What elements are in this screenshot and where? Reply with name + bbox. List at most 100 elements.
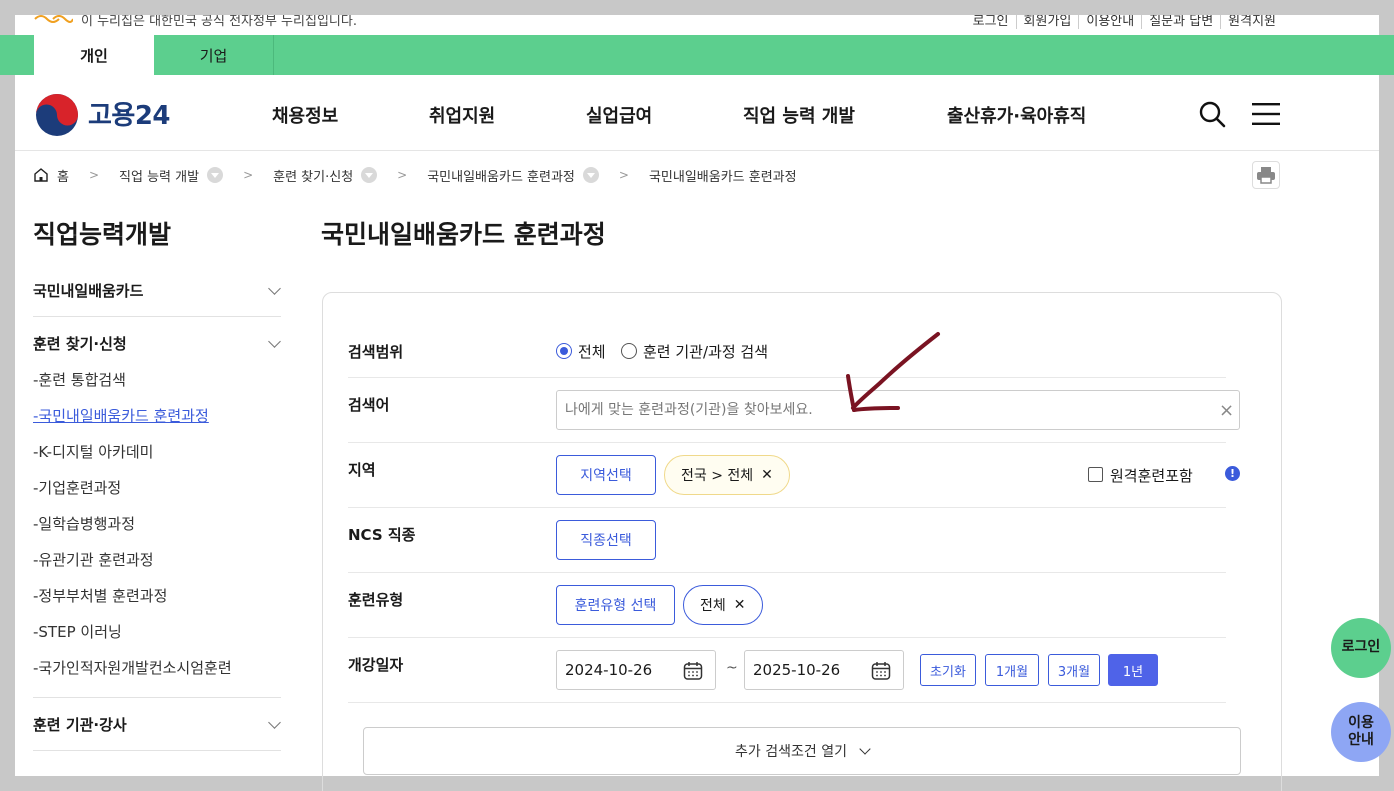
breadcrumb-item-training[interactable]: 직업 능력 개발 — [119, 166, 224, 185]
sidebar-group-find[interactable]: 훈련 찾기·신청 — [33, 333, 281, 354]
clear-icon[interactable]: × — [1219, 400, 1234, 421]
remote-training-checkbox[interactable] — [1088, 467, 1103, 482]
scope-all-label[interactable]: 전체 — [578, 341, 606, 362]
sidebar-group-label: 훈련 기관·강사 — [33, 716, 127, 734]
floating-guide-button[interactable]: 이용 안내 — [1331, 702, 1391, 762]
breadcrumb-label: 직업 능력 개발 — [119, 169, 200, 185]
floating-guide-line2: 안내 — [1348, 732, 1374, 748]
sidebar-item-integrated-search[interactable]: -훈련 통합검색 — [33, 369, 126, 390]
date-range-separator: ~ — [726, 660, 738, 676]
end-date-field[interactable]: 2025-10-26 — [744, 650, 904, 690]
gnb-employment-support[interactable]: 취업지원 — [429, 102, 495, 128]
gnb-unemployment-benefit[interactable]: 실업급여 — [586, 102, 652, 128]
sidebar-item-step[interactable]: -STEP 이러닝 — [33, 621, 122, 642]
breadcrumb-separator-icon: > — [88, 168, 100, 182]
sidebar-item-consortium[interactable]: -국가인적자원개발컨소시엄훈련 — [33, 657, 232, 678]
dropdown-icon[interactable] — [207, 167, 224, 183]
breadcrumb-item-card[interactable]: 국민내일배움카드 훈련과정 — [427, 166, 599, 185]
period-1-year-button[interactable]: 1년 — [1108, 654, 1158, 686]
start-date-value: 2024-10-26 — [565, 661, 653, 679]
home-icon — [34, 168, 48, 182]
region-chip: 전국 > 전체 ✕ — [664, 455, 790, 495]
scope-institution-label[interactable]: 훈련 기관/과정 검색 — [643, 341, 768, 362]
sidebar-title: 직업능력개발 — [33, 220, 172, 249]
print-button[interactable] — [1252, 161, 1280, 189]
region-select-button[interactable]: 지역선택 — [556, 455, 656, 495]
ncs-select-button[interactable]: 직종선택 — [556, 520, 656, 560]
region-label: 지역 — [348, 461, 376, 479]
sidebar-item-k-digital[interactable]: -K-디지털 아카데미 — [33, 441, 153, 462]
breadcrumb-separator-icon: > — [243, 168, 254, 182]
printer-icon — [1257, 167, 1275, 184]
scope-all-radio[interactable] — [556, 343, 572, 359]
gnb-parental-leave[interactable]: 출산휴가·육아휴직 — [947, 102, 1086, 128]
breadcrumb: 홈 > 직업 능력 개발 > 훈련 찾기·신청 > 국민내일배움카드 훈련과정 … — [33, 165, 797, 185]
remove-chip-icon[interactable]: ✕ — [761, 467, 773, 483]
start-date-field[interactable]: 2024-10-26 — [556, 650, 716, 690]
sidebar-group-institution[interactable]: 훈련 기관·강사 — [33, 714, 281, 735]
floating-guide-label: 이용 안내 — [1348, 715, 1374, 750]
more-search-options-label: 추가 검색조건 열기 — [735, 744, 847, 760]
sidebar-group-card[interactable]: 국민내일배움카드 — [33, 280, 281, 301]
sidebar-group-label: 훈련 찾기·신청 — [33, 335, 127, 353]
breadcrumb-home-label: 홈 — [57, 169, 69, 185]
keyword-label: 검색어 — [348, 396, 390, 414]
info-icon[interactable]: ! — [1225, 466, 1240, 481]
page-title: 국민내일배움카드 훈련과정 — [321, 220, 606, 249]
sidebar-item-work-study[interactable]: -일학습병행과정 — [33, 513, 135, 534]
region-chip-label: 전국 > 전체 — [681, 468, 754, 484]
dropdown-icon[interactable] — [361, 167, 378, 183]
remove-chip-icon[interactable]: ✕ — [734, 597, 746, 613]
end-date-value: 2025-10-26 — [753, 661, 841, 679]
divider — [33, 697, 281, 698]
chevron-down-icon — [268, 335, 281, 348]
dropdown-icon[interactable] — [582, 167, 599, 183]
chevron-down-icon — [268, 282, 281, 295]
training-type-label: 훈련유형 — [348, 591, 404, 609]
breadcrumb-label: 국민내일배움카드 훈련과정 — [427, 169, 575, 185]
floating-login-label: 로그인 — [1341, 639, 1381, 656]
divider — [348, 442, 1226, 443]
sidebar-group-label: 국민내일배움카드 — [33, 282, 144, 300]
divider — [348, 637, 1226, 638]
period-3-month-button[interactable]: 3개월 — [1048, 654, 1100, 686]
divider — [348, 377, 1226, 378]
divider — [348, 702, 1226, 703]
sidebar-item-related-agency[interactable]: -유관기관 훈련과정 — [33, 549, 154, 570]
site-header: 고용24 채용정보 취업지원 실업급여 직업 능력 개발 출산휴가·육아휴직 — [15, 75, 1379, 151]
ncs-label: NCS 직종 — [348, 526, 416, 544]
taegeuk-logo-icon[interactable] — [35, 93, 79, 137]
divider — [33, 316, 281, 317]
calendar-icon[interactable] — [683, 661, 703, 681]
breadcrumb-label: 훈련 찾기·신청 — [273, 169, 354, 185]
search-icon[interactable] — [1197, 99, 1227, 129]
training-type-select-button[interactable]: 훈련유형 선택 — [556, 585, 675, 625]
gnb-vocational-training[interactable]: 직업 능력 개발 — [743, 102, 855, 128]
sidebar-item-ministry[interactable]: -정부부처별 훈련과정 — [33, 585, 167, 606]
training-type-chip: 전체 ✕ — [683, 585, 763, 625]
period-1-month-button[interactable]: 1개월 — [985, 654, 1039, 686]
chevron-down-icon — [859, 743, 871, 755]
floating-login-button[interactable]: 로그인 — [1331, 618, 1391, 678]
sidebar-item-card-course[interactable]: -국민내일배움카드 훈련과정 — [33, 405, 209, 426]
breadcrumb-item-find[interactable]: 훈련 찾기·신청 — [273, 166, 378, 185]
start-date-label: 개강일자 — [348, 656, 404, 674]
breadcrumb-label: 국민내일배움카드 훈련과정 — [648, 169, 797, 185]
breadcrumb-item-current: 국민내일배움카드 훈련과정 — [649, 166, 797, 185]
reset-date-button[interactable]: 초기화 — [920, 654, 976, 686]
training-type-chip-label: 전체 — [700, 598, 726, 614]
remote-training-label[interactable]: 원격훈련포함 — [1110, 465, 1193, 486]
calendar-icon[interactable] — [871, 661, 891, 681]
search-panel — [322, 292, 1282, 791]
site-logo-text[interactable]: 고용24 — [88, 95, 171, 132]
scope-institution-radio[interactable] — [621, 343, 637, 359]
breadcrumb-separator-icon: > — [618, 168, 629, 182]
divider — [33, 750, 281, 751]
breadcrumb-home[interactable]: 홈 — [33, 166, 69, 185]
hamburger-menu-icon[interactable] — [1251, 101, 1281, 127]
scope-label: 검색범위 — [348, 343, 404, 361]
sidebar-item-corporate[interactable]: -기업훈련과정 — [33, 477, 121, 498]
more-search-options-button[interactable]: 추가 검색조건 열기 — [363, 727, 1241, 775]
gnb-jobs[interactable]: 채용정보 — [272, 102, 338, 128]
divider — [348, 572, 1226, 573]
